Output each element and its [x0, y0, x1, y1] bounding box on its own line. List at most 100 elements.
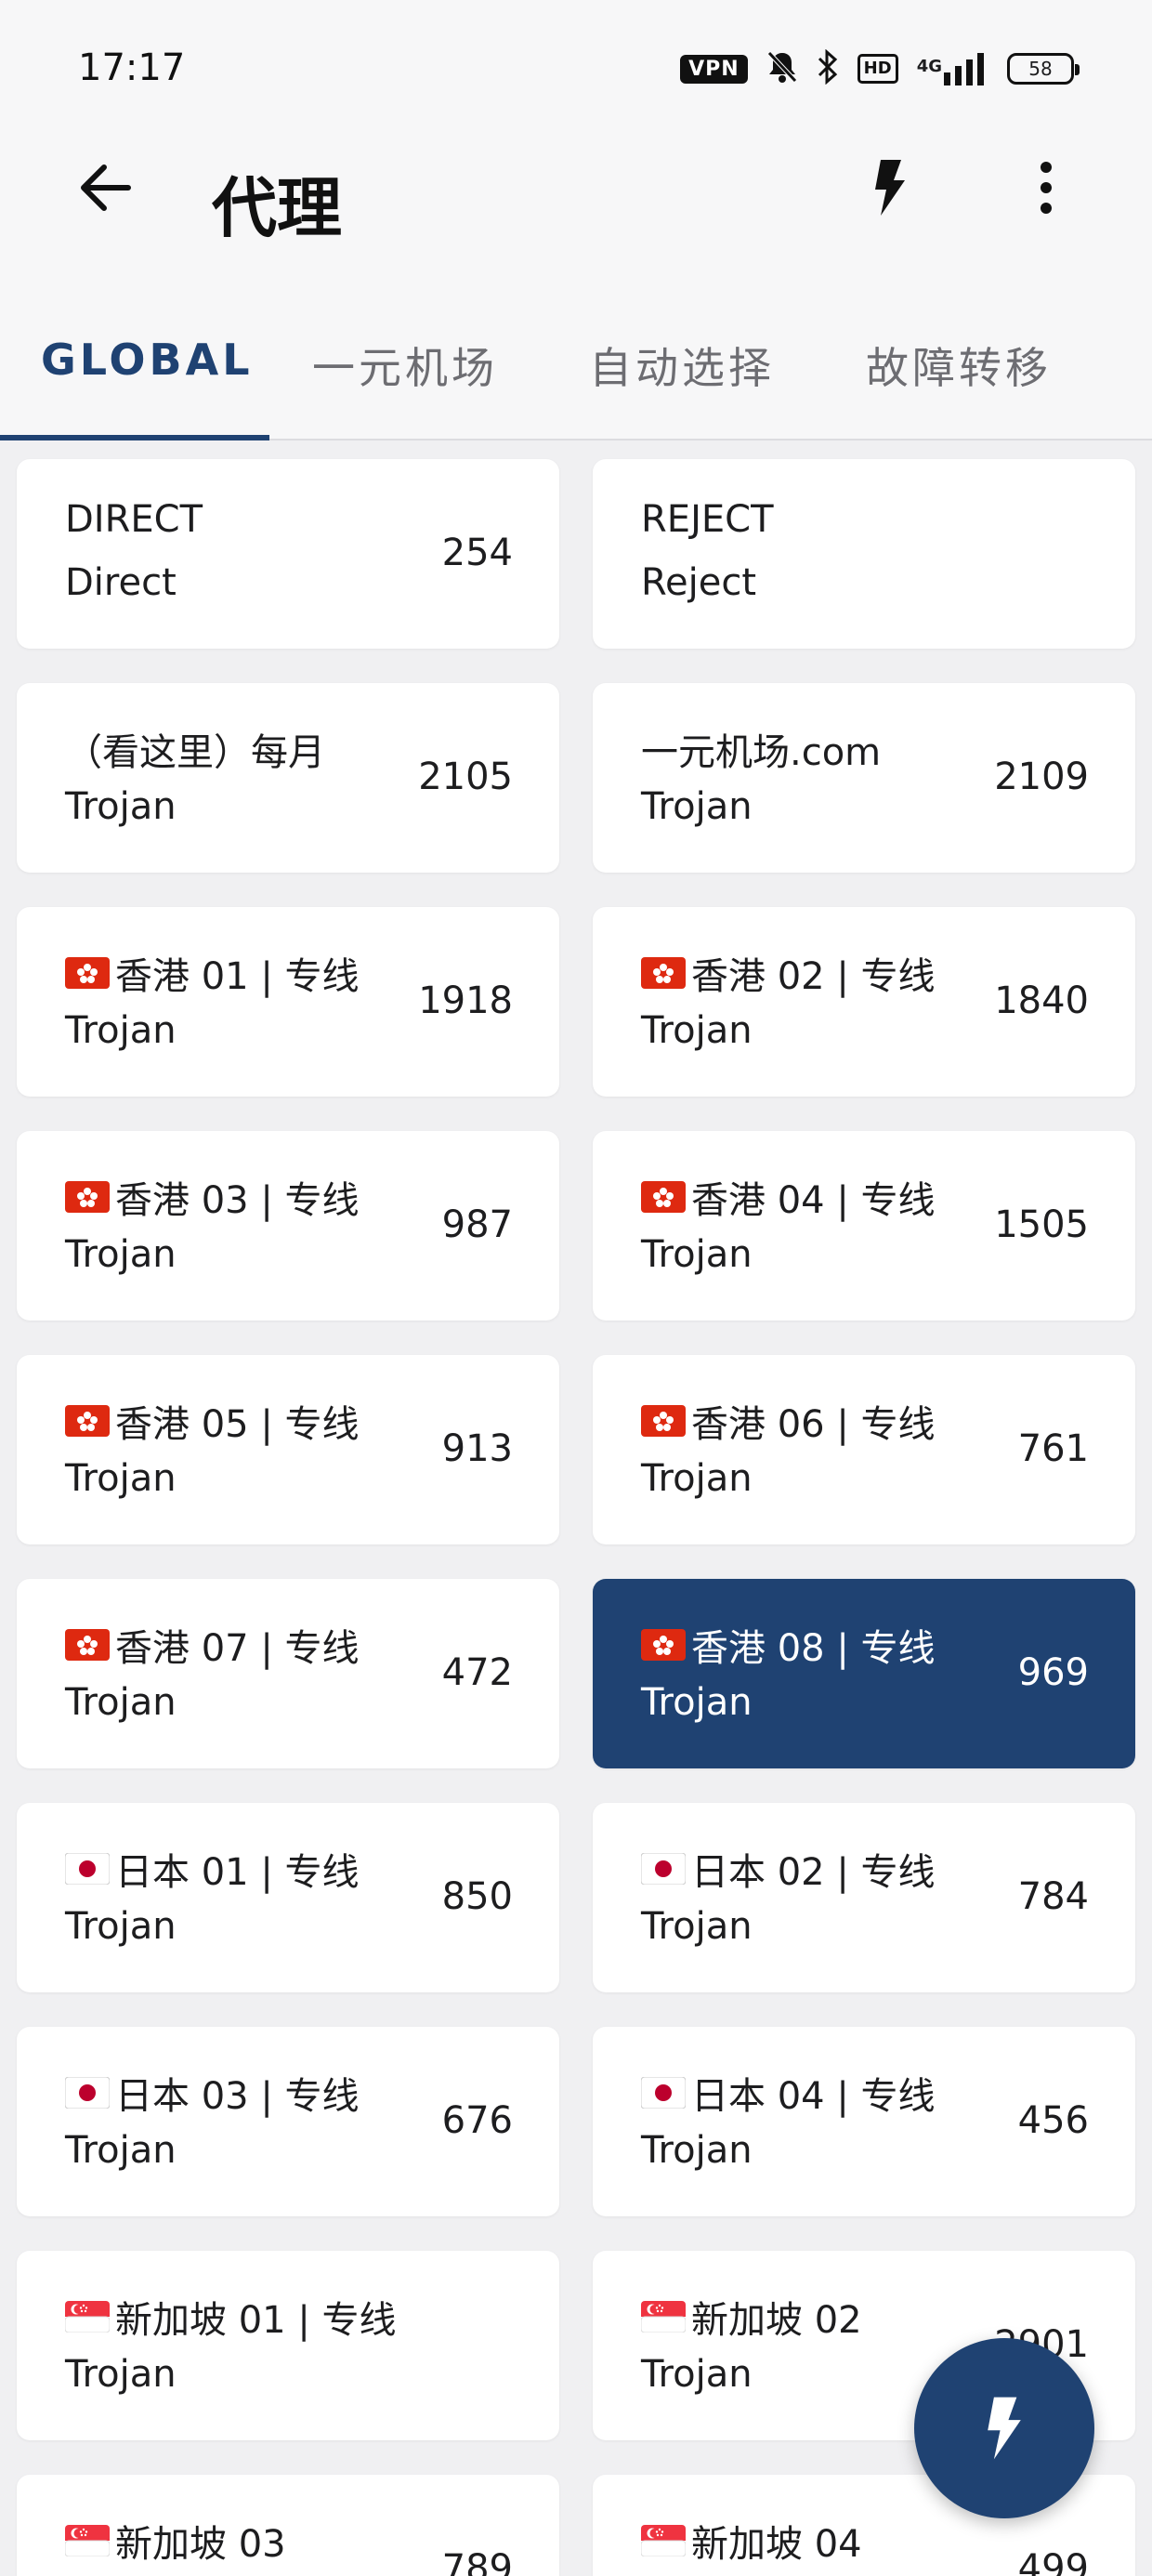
proxy-card[interactable]: 香港 02 | 专线 Trojan 1840	[593, 907, 1135, 1097]
proxy-type: Reject	[641, 561, 757, 604]
proxy-name: 新加坡 03	[65, 2514, 286, 2568]
proxy-type: Trojan	[641, 785, 753, 828]
proxy-list: DIRECT Direct 254 REJECT Reject （看这里）每月 Trojan…	[0, 440, 1152, 2576]
proxy-name-text: 新加坡 02	[691, 2299, 862, 2342]
tab-failover[interactable]: 故障转移	[866, 335, 1052, 396]
proxy-name-text: REJECT	[641, 498, 774, 541]
proxy-delay: 789	[441, 2547, 513, 2576]
hk-flag-icon	[641, 1181, 686, 1213]
proxy-name-text: 日本 02 | 专线	[691, 1851, 936, 1894]
proxy-type: Trojan	[65, 2353, 177, 2396]
proxy-card[interactable]: 香港 05 | 专线 Trojan 913	[17, 1355, 559, 1544]
proxy-card[interactable]: 日本 02 | 专线 Trojan 784	[593, 1803, 1135, 1992]
proxy-name: 香港 04 | 专线	[641, 1170, 936, 1224]
proxy-card[interactable]: 香港 01 | 专线 Trojan 1918	[17, 907, 559, 1097]
proxy-name: 香港 06 | 专线	[641, 1394, 936, 1448]
proxy-type: Trojan	[641, 1457, 753, 1500]
proxy-name: 新加坡 04	[641, 2514, 862, 2568]
proxy-card[interactable]: REJECT Reject	[593, 459, 1135, 649]
hk-flag-icon	[641, 1629, 686, 1661]
proxy-type: Trojan	[65, 1681, 177, 1724]
tab-yiyuan-airport[interactable]: 一元机场	[312, 335, 498, 396]
proxy-card[interactable]: 日本 04 | 专线 Trojan 456	[593, 2027, 1135, 2216]
proxy-name: 香港 08 | 专线	[641, 1618, 936, 1672]
proxy-delay: 254	[441, 532, 513, 574]
page-title: 代理	[212, 170, 342, 246]
proxy-name-text: 香港 07 | 专线	[115, 1627, 360, 1670]
sg-flag-icon	[65, 2525, 110, 2556]
hk-flag-icon	[641, 957, 686, 989]
tab-auto-select[interactable]: 自动选择	[589, 335, 775, 396]
proxy-name-text: 香港 08 | 专线	[691, 1627, 936, 1670]
proxy-name-text: 日本 01 | 专线	[115, 1851, 360, 1894]
tab-global[interactable]: GLOBAL	[41, 335, 254, 385]
proxy-name: 香港 03 | 专线	[65, 1170, 360, 1224]
more-vert-icon	[1041, 162, 1052, 214]
sg-flag-icon	[641, 2525, 686, 2556]
proxy-name: 香港 01 | 专线	[65, 946, 360, 1000]
speed-test-fab[interactable]	[914, 2338, 1094, 2518]
proxy-type: Trojan	[65, 1457, 177, 1500]
proxy-type: Trojan	[641, 1681, 753, 1724]
proxy-delay: 472	[441, 1651, 513, 1694]
proxy-name-text: 香港 06 | 专线	[691, 1403, 936, 1446]
proxy-card[interactable]: 新加坡 03Trojan789	[17, 2475, 559, 2576]
proxy-delay: 850	[441, 1875, 513, 1918]
proxy-type: Trojan	[641, 1233, 753, 1276]
back-button[interactable]	[72, 154, 139, 221]
jp-flag-icon	[65, 2077, 110, 2109]
proxy-card[interactable]: 日本 03 | 专线 Trojan 676	[17, 2027, 559, 2216]
proxy-name-text: 香港 03 | 专线	[115, 1179, 360, 1222]
proxy-name: 香港 02 | 专线	[641, 946, 936, 1000]
proxy-card[interactable]: 日本 01 | 专线 Trojan 850	[17, 1803, 559, 1992]
proxy-name: 日本 02 | 专线	[641, 1842, 936, 1896]
proxy-name-text: 日本 03 | 专线	[115, 2075, 360, 2118]
proxy-type: Trojan	[65, 1905, 177, 1948]
proxy-card[interactable]: DIRECT Direct 254	[17, 459, 559, 649]
proxy-delay: 676	[441, 2099, 513, 2142]
battery-icon: 58	[1007, 53, 1080, 85]
proxy-card[interactable]: 香港 04 | 专线 Trojan 1505	[593, 1131, 1135, 1321]
proxy-delay: 2109	[994, 756, 1089, 798]
hk-flag-icon	[65, 957, 110, 989]
proxy-card[interactable]: 香港 03 | 专线 Trojan 987	[17, 1131, 559, 1321]
jp-flag-icon	[641, 2077, 686, 2109]
proxy-card[interactable]: （看这里）每月 Trojan 2105	[17, 683, 559, 873]
proxy-card[interactable]: 一元机场.com Trojan 2109	[593, 683, 1135, 873]
hk-flag-icon	[641, 1405, 686, 1437]
proxy-name-text: （看这里）每月	[65, 731, 325, 774]
proxy-card[interactable]: 香港 08 | 专线 Trojan 969	[593, 1579, 1135, 1768]
proxy-delay: 913	[441, 1427, 513, 1470]
proxy-name-text: DIRECT	[65, 498, 203, 541]
proxy-name: 香港 07 | 专线	[65, 1618, 360, 1672]
proxy-name-text: 香港 04 | 专线	[691, 1179, 936, 1222]
proxy-type: Trojan	[641, 2353, 753, 2396]
proxy-delay: 987	[441, 1203, 513, 1246]
proxy-card[interactable]: 香港 06 | 专线 Trojan 761	[593, 1355, 1135, 1544]
proxy-name: 日本 04 | 专线	[641, 2066, 936, 2120]
proxy-card[interactable]: 新加坡 01 | 专线 Trojan	[17, 2251, 559, 2440]
proxy-type: Trojan	[641, 2129, 753, 2172]
proxy-delay: 499	[1017, 2547, 1089, 2576]
proxy-name: 新加坡 01 | 专线	[65, 2290, 397, 2344]
proxy-type: Direct	[65, 561, 177, 604]
proxy-delay: 2105	[418, 756, 513, 798]
proxy-card[interactable]: 香港 07 | 专线 Trojan 472	[17, 1579, 559, 1768]
proxy-name: （看这里）每月	[65, 722, 325, 776]
proxy-name-text: 新加坡 04	[691, 2523, 862, 2566]
sg-flag-icon	[65, 2301, 110, 2333]
mute-bell-icon	[766, 50, 798, 87]
status-icons: VPN HD 4G 58	[680, 48, 1080, 89]
proxy-name: 香港 05 | 专线	[65, 1394, 360, 1448]
lightning-bolt-icon	[875, 160, 905, 216]
more-options-button[interactable]	[1013, 154, 1080, 221]
proxy-type: Trojan	[65, 785, 177, 828]
proxy-name-text: 香港 05 | 专线	[115, 1403, 360, 1446]
speed-test-button[interactable]	[857, 154, 923, 221]
hk-flag-icon	[65, 1629, 110, 1661]
proxy-type: Trojan	[65, 1009, 177, 1052]
proxy-name-text: 日本 04 | 专线	[691, 2075, 936, 2118]
hk-flag-icon	[65, 1405, 110, 1437]
proxy-type: Trojan	[65, 2129, 177, 2172]
hd-badge: HD	[857, 54, 898, 84]
